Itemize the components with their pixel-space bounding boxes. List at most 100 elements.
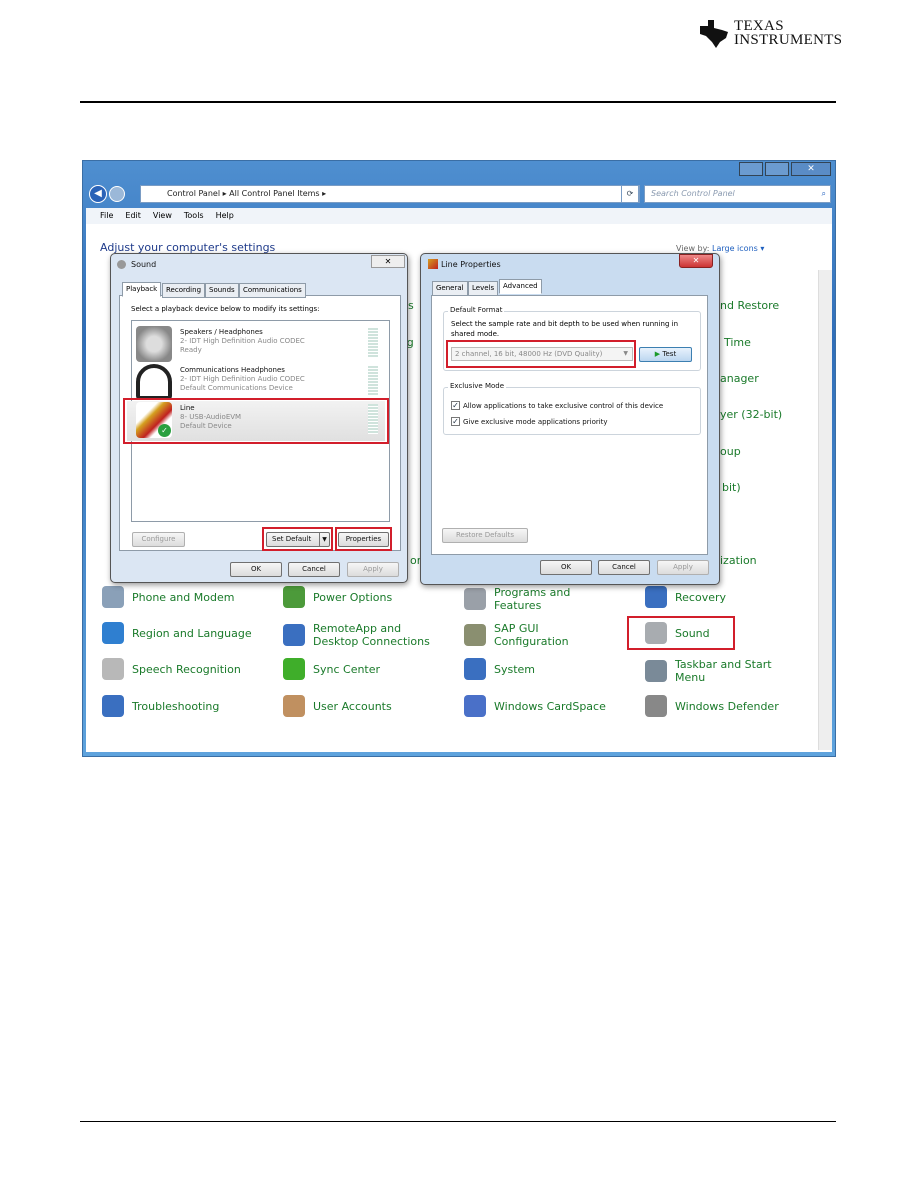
device-speakers[interactable]: Speakers / Headphones 2- IDT High Definit…: [136, 326, 386, 362]
back-button[interactable]: ◀: [89, 185, 107, 203]
footer-rule: [80, 1121, 836, 1122]
close-button[interactable]: ✕: [791, 162, 831, 176]
cp-item-label: SAP GUI Configuration: [494, 622, 569, 648]
sound-highlight-box: [627, 616, 735, 650]
view-by-dropdown[interactable]: Large icons ▾: [712, 244, 764, 253]
cancel-button[interactable]: Cancel: [288, 562, 340, 577]
cp-item-label: Troubleshooting: [132, 699, 220, 713]
cp-item-label: Windows CardSpace: [494, 699, 606, 713]
cp-item-label: User Accounts: [313, 699, 392, 713]
set-default-highlight-box: [262, 527, 333, 551]
refresh-button[interactable]: ⟳: [621, 185, 639, 203]
test-button[interactable]: ▶ Test: [639, 347, 692, 362]
minimize-button[interactable]: [739, 162, 763, 176]
volume-meter: [368, 366, 378, 396]
maximize-button[interactable]: [765, 162, 789, 176]
close-button[interactable]: ✕: [679, 254, 713, 268]
configure-button[interactable]: Configure: [132, 532, 185, 547]
cp-item[interactable]: Phone and Modem: [102, 586, 252, 608]
exclusive-control-checkbox[interactable]: ✓ Allow applications to take exclusive co…: [451, 401, 663, 410]
cp-item-label: Power Options: [313, 590, 393, 604]
cp-item[interactable]: Speech Recognition: [102, 658, 252, 680]
format-instruction: Select the sample rate and bit depth to …: [451, 320, 679, 338]
remoteapp-icon: [283, 624, 305, 646]
volume-meter: [368, 328, 378, 358]
tab-playback[interactable]: Playback: [122, 282, 162, 297]
cp-item[interactable]: Recovery: [645, 586, 795, 608]
menu-edit[interactable]: Edit: [125, 208, 141, 224]
partial-item[interactable]: bit): [722, 481, 741, 494]
tab-communications[interactable]: Communications: [239, 283, 306, 298]
device-communications-headphones[interactable]: Communications Headphones 2- IDT High Def…: [136, 364, 386, 400]
cp-item-label: Programs and Features: [494, 586, 571, 612]
cp-item[interactable]: Windows Defender: [645, 695, 795, 717]
cp-item[interactable]: User Accounts: [283, 695, 433, 717]
cp-item[interactable]: Windows CardSpace: [464, 695, 614, 717]
breadcrumb-control-panel[interactable]: Control Panel: [167, 189, 220, 198]
checkbox-checked-icon[interactable]: ✓: [451, 401, 460, 410]
group-label: Default Format: [448, 306, 505, 314]
ok-button[interactable]: OK: [540, 560, 592, 575]
ti-logo: Texas Instruments: [698, 18, 842, 48]
cp-item[interactable]: Taskbar and Start Menu: [645, 658, 795, 684]
search-input[interactable]: Search Control Panel ⌕: [644, 185, 831, 203]
cp-item[interactable]: Programs and Features: [464, 586, 614, 612]
cp-item[interactable]: RemoteApp and Desktop Connections: [283, 622, 433, 648]
menu-tools[interactable]: Tools: [184, 208, 204, 224]
forward-button[interactable]: [109, 186, 125, 202]
menu-help[interactable]: Help: [216, 208, 234, 224]
cp-item[interactable]: Region and Language: [102, 622, 252, 644]
phone-modem-icon: [102, 586, 124, 608]
headphones-icon: [136, 364, 172, 400]
properties-highlight-box: [335, 527, 392, 551]
sound-title-icon: [117, 260, 126, 269]
cp-item-label: System: [494, 662, 536, 676]
partial-item[interactable]: anager: [720, 372, 759, 385]
partial-item[interactable]: ization: [720, 554, 757, 567]
address-bar[interactable]: Control Panel ▸ All Control Panel Items …: [140, 185, 640, 203]
view-by: View by: Large icons ▾: [676, 244, 765, 253]
apply-button[interactable]: Apply: [657, 560, 709, 575]
close-button[interactable]: ✕: [371, 255, 405, 268]
user-accounts-icon: [283, 695, 305, 717]
cp-item-label: Recovery: [675, 590, 727, 604]
cp-item-label: RemoteApp and Desktop Connections: [313, 622, 430, 648]
menu-view[interactable]: View: [153, 208, 172, 224]
menu-bar: File Edit View Tools Help: [86, 208, 832, 224]
partial-item[interactable]: Time: [724, 336, 751, 349]
dialog-title: Sound: [131, 260, 157, 269]
cp-item[interactable]: Sync Center: [283, 658, 433, 680]
cp-item[interactable]: Troubleshooting: [102, 695, 252, 717]
sync-center-icon: [283, 658, 305, 680]
ok-button[interactable]: OK: [230, 562, 282, 577]
checkbox-checked-icon[interactable]: ✓: [451, 417, 460, 426]
partial-item[interactable]: nd Restore: [720, 299, 779, 312]
tab-levels[interactable]: Levels: [468, 281, 499, 296]
cardspace-icon: [464, 695, 486, 717]
tab-sounds[interactable]: Sounds: [205, 283, 239, 298]
sap-gui-icon: [464, 624, 486, 646]
scrollbar[interactable]: [818, 270, 832, 750]
cancel-button[interactable]: Cancel: [598, 560, 650, 575]
playback-instruction: Select a playback device below to modify…: [131, 305, 320, 313]
cp-item[interactable]: SAP GUI Configuration: [464, 622, 614, 648]
restore-defaults-button[interactable]: Restore Defaults: [442, 528, 528, 543]
tab-general[interactable]: General: [432, 281, 468, 296]
search-icon: ⌕: [821, 189, 826, 198]
breadcrumb-all-items[interactable]: All Control Panel Items: [229, 189, 319, 198]
speaker-icon: [136, 326, 172, 362]
partial-item[interactable]: oup: [720, 445, 741, 458]
exclusive-priority-checkbox[interactable]: ✓ Give exclusive mode applications priori…: [451, 417, 608, 426]
cp-item-label: Speech Recognition: [132, 662, 241, 676]
partial-item[interactable]: yer (32-bit): [720, 408, 782, 421]
partial-item[interactable]: s: [408, 299, 414, 312]
power-options-icon: [283, 586, 305, 608]
menu-file[interactable]: File: [100, 208, 113, 224]
cp-item[interactable]: Power Options: [283, 586, 433, 608]
format-highlight-box: [446, 340, 636, 368]
tab-recording[interactable]: Recording: [162, 283, 206, 298]
tab-advanced[interactable]: Advanced: [499, 279, 542, 294]
apply-button[interactable]: Apply: [347, 562, 399, 577]
exclusive-mode-group: Exclusive Mode: [443, 382, 701, 435]
cp-item[interactable]: System: [464, 658, 614, 680]
